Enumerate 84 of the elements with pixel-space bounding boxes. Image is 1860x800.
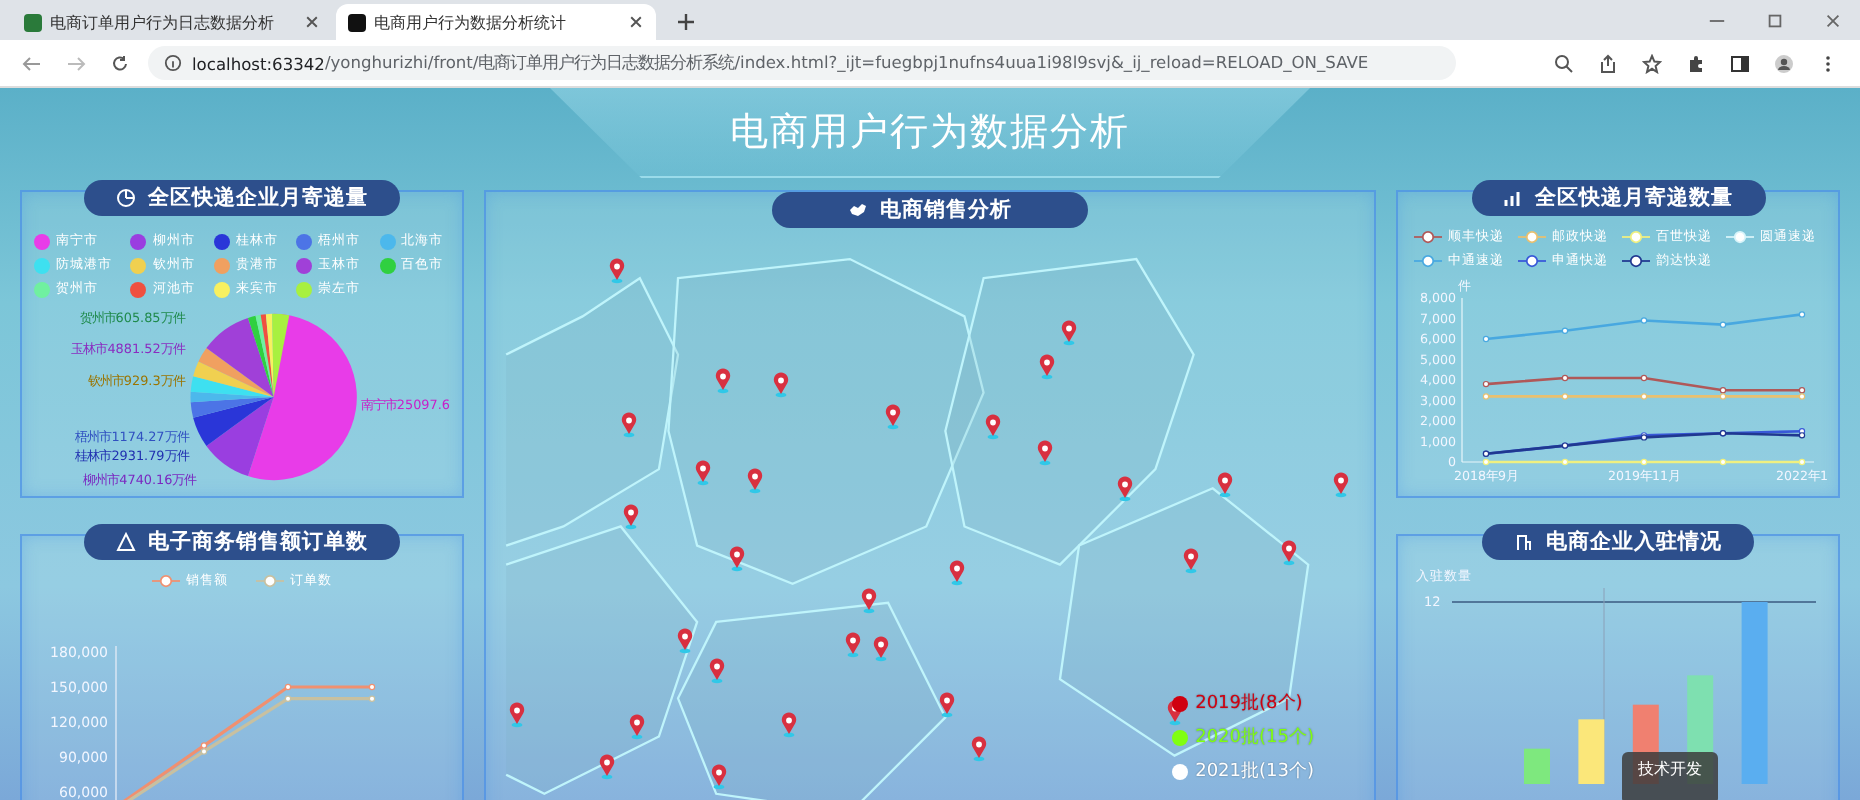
map-pin-icon[interactable]	[1182, 548, 1200, 574]
browser-tab[interactable]: 电商订单用户行为日志数据分析	[12, 4, 332, 40]
map-pin-icon[interactable]	[1216, 472, 1234, 498]
panel-title-text: 电商企业入驻情况	[1546, 528, 1722, 556]
chart-tooltip: 技术开发	[1622, 752, 1718, 800]
pie-chart-icon	[116, 188, 136, 208]
data-point	[1719, 458, 1727, 466]
map-pin-icon[interactable]	[714, 368, 732, 394]
legend-label[interactable]: 2021批(13个)	[1195, 758, 1314, 784]
map-icon	[848, 200, 868, 220]
share-icon[interactable]	[1598, 53, 1618, 73]
triangle-icon	[116, 532, 136, 552]
map-pin-icon[interactable]	[628, 714, 646, 740]
dashboard-title: 电商用户行为数据分析	[730, 108, 1130, 158]
map-pin-icon[interactable]	[746, 468, 764, 494]
map-pin-icon[interactable]	[1038, 354, 1056, 380]
sidebar-icon[interactable]	[1730, 53, 1750, 73]
page-icon	[348, 13, 366, 31]
data-point	[1482, 393, 1490, 400]
map-pin-icon[interactable]	[1116, 476, 1134, 502]
legend-label[interactable]: 2019批(8个)	[1195, 690, 1303, 716]
restore-icon[interactable]	[1766, 12, 1784, 30]
star-icon[interactable]	[1642, 53, 1662, 73]
map-pin-icon[interactable]	[938, 692, 956, 718]
panel-title-text: 电子商务销售额订单数	[148, 528, 368, 556]
map-pin-icon[interactable]	[1332, 472, 1350, 498]
data-point	[1640, 458, 1648, 466]
map-pin-icon[interactable]	[620, 412, 638, 438]
map-pin-icon[interactable]	[772, 372, 790, 398]
map-pin-icon[interactable]	[676, 628, 694, 654]
panel-title-text: 电商销售分析	[880, 196, 1012, 224]
bar-chart-icon	[1503, 188, 1523, 208]
reload-icon[interactable]	[110, 53, 130, 73]
panel-title-text: 全区快递企业月寄递量	[148, 184, 368, 212]
map-pin-icon[interactable]	[1280, 540, 1298, 566]
puzzle-icon[interactable]	[1686, 53, 1706, 73]
map-pin-icon[interactable]	[844, 632, 862, 658]
address-bar[interactable]: localhost:63342/yonghurizhi/front/电商订单用户行为日志数据分析系统/index.html?_ijt=fuegbpj1nufns4uua1i98l9svj&_ij_reload=RELOAD_ON_SAVE	[148, 46, 1456, 80]
map-pin-icon[interactable]	[728, 546, 746, 572]
search-icon[interactable]	[1554, 53, 1574, 73]
map-pin-icon[interactable]	[508, 702, 526, 728]
map-pin-icon[interactable]	[884, 404, 902, 430]
profile-icon[interactable]	[1774, 53, 1794, 73]
data-point	[1719, 321, 1727, 328]
browser-tab[interactable]: 电商用户行为数据分析统计	[336, 4, 656, 40]
page-icon	[24, 13, 42, 31]
data-point	[1798, 311, 1806, 318]
map-pin-icon[interactable]	[984, 414, 1002, 440]
data-point	[1640, 317, 1648, 324]
close-icon[interactable]	[1824, 12, 1842, 30]
map-pin-icon[interactable]	[622, 504, 640, 530]
data-point	[1561, 458, 1569, 466]
back-icon[interactable]	[22, 53, 42, 73]
info-icon[interactable]	[164, 54, 182, 72]
data-point	[1482, 335, 1490, 343]
map-pin-icon[interactable]	[948, 560, 966, 586]
new-tab-icon[interactable]	[676, 12, 696, 32]
panel-title-text: 全区快递月寄递数量	[1535, 184, 1733, 212]
map-pin-icon[interactable]	[780, 712, 798, 738]
map-pin-icon[interactable]	[1060, 320, 1078, 346]
data-point	[1482, 380, 1490, 388]
map-pin-icon[interactable]	[1036, 440, 1054, 466]
map-pin-icon[interactable]	[872, 636, 890, 662]
data-point	[284, 683, 292, 691]
building-icon	[1514, 532, 1534, 552]
map-pin-icon[interactable]	[708, 658, 726, 684]
data-point	[284, 695, 292, 702]
map-pin-icon[interactable]	[860, 588, 878, 614]
map-pin-icon[interactable]	[608, 258, 626, 284]
map-pin-icon[interactable]	[970, 736, 988, 762]
close-icon[interactable]	[304, 14, 320, 30]
data-point	[1640, 374, 1648, 382]
map-pin-icon[interactable]	[694, 460, 712, 486]
close-icon[interactable]	[628, 14, 644, 30]
map-pin-icon[interactable]	[710, 764, 728, 790]
data-point	[368, 695, 376, 702]
data-point	[1561, 374, 1569, 382]
data-point	[1640, 393, 1648, 400]
map-pin-icon[interactable]	[598, 754, 616, 780]
data-point	[1561, 393, 1569, 400]
legend-label[interactable]: 2020批(15个)	[1195, 724, 1314, 750]
data-point	[1798, 458, 1806, 466]
data-point	[1561, 327, 1569, 334]
data-point	[368, 683, 376, 691]
